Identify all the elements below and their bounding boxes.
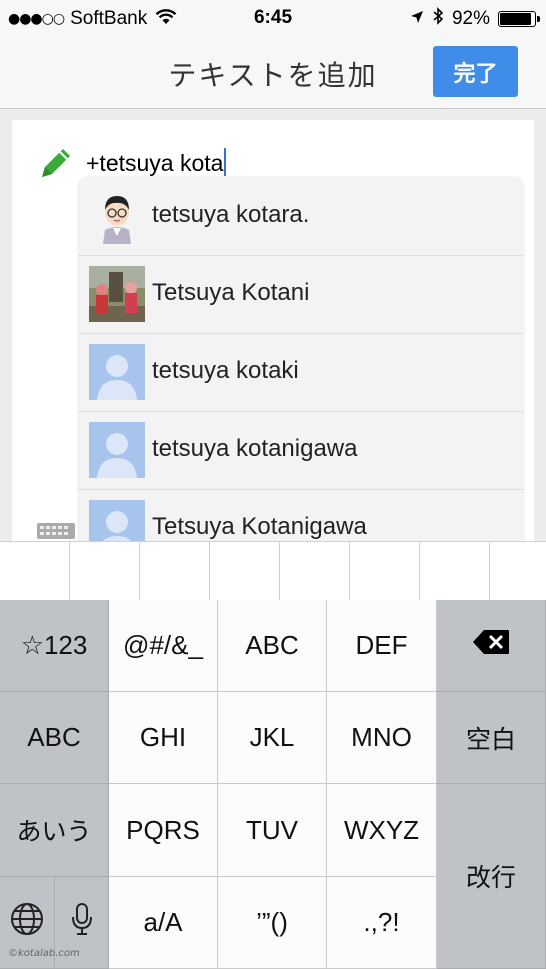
key-punctuation[interactable]: .,?! — [327, 877, 437, 969]
navigation-bar: テキストを追加 完了 — [0, 36, 546, 109]
mention-input-text: +tetsuya kota — [86, 150, 224, 176]
suggestion-name: tetsuya kotara. — [152, 201, 310, 228]
mention-suggestions: tetsuya kotara. Tetsuya Kotani tetsuya k… — [79, 177, 523, 547]
key-mno[interactable]: MNO — [327, 692, 437, 784]
battery-icon — [498, 11, 540, 27]
candidate-slot[interactable] — [420, 542, 490, 600]
backspace-key[interactable] — [437, 600, 546, 692]
suggestion-item[interactable]: Tetsuya Kotani — [79, 255, 523, 334]
key-case-toggle[interactable]: a/A — [109, 877, 218, 969]
suggestion-name: tetsuya kotanigawa — [152, 435, 358, 462]
globe-icon — [10, 902, 44, 943]
keyboard-toggle-icon[interactable] — [36, 522, 76, 540]
space-key[interactable]: 空白 — [437, 692, 546, 784]
default-person-avatar-icon — [89, 344, 145, 400]
candidate-slot[interactable] — [140, 542, 210, 600]
default-person-avatar-icon — [89, 500, 145, 547]
bluetooth-icon — [432, 7, 444, 31]
candidate-slot[interactable] — [490, 542, 546, 600]
key-wxyz[interactable]: WXYZ — [327, 784, 437, 877]
status-right: 92% — [402, 7, 540, 31]
key-numbers[interactable]: ☆123 — [0, 600, 109, 692]
status-bar: ●●●○○ SoftBank 6:45 92% — [0, 0, 546, 36]
candidate-slot[interactable] — [350, 542, 420, 600]
default-person-avatar-icon — [89, 422, 145, 478]
backspace-icon — [472, 629, 510, 662]
suggestion-name: Tetsuya Kotanigawa — [152, 513, 367, 540]
key-abc-mode[interactable]: ABC — [0, 692, 109, 784]
photo-avatar-icon — [89, 266, 145, 322]
candidate-slot[interactable] — [70, 542, 140, 600]
return-key[interactable]: 改行 — [437, 784, 546, 969]
cartoon-avatar-icon — [89, 188, 145, 244]
location-arrow-icon — [410, 8, 424, 30]
suggestion-item[interactable]: tetsuya kotanigawa — [79, 411, 523, 490]
pencil-icon — [36, 143, 76, 183]
suggestion-item[interactable]: tetsuya kotaki — [79, 333, 523, 412]
key-def[interactable]: DEF — [327, 600, 437, 692]
candidate-slot[interactable] — [280, 542, 350, 600]
suggestion-item[interactable]: tetsuya kotara. — [79, 177, 523, 256]
candidate-slot[interactable] — [0, 542, 70, 600]
battery-percent: 92% — [451, 8, 490, 29]
suggestion-name: Tetsuya Kotani — [152, 279, 310, 306]
suggestion-item[interactable]: Tetsuya Kotanigawa — [79, 489, 523, 547]
watermark: ©kotalab.com — [8, 948, 80, 959]
candidate-slot[interactable] — [210, 542, 280, 600]
key-ghi[interactable]: GHI — [109, 692, 218, 784]
suggestion-name: tetsuya kotaki — [152, 357, 299, 384]
candidate-bar — [0, 541, 546, 601]
done-button[interactable]: 完了 — [433, 46, 518, 97]
key-symbols[interactable]: @#/&_ — [109, 600, 218, 692]
key-jkl[interactable]: JKL — [218, 692, 327, 784]
key-tuv[interactable]: TUV — [218, 784, 327, 877]
mention-input[interactable]: +tetsuya kota — [86, 148, 227, 177]
key-quotes[interactable]: ’”() — [218, 877, 327, 969]
text-cursor — [224, 148, 227, 176]
key-kana-mode[interactable]: あいう — [0, 784, 109, 877]
microphone-icon — [71, 902, 93, 943]
japanese-keyboard: ☆123 @#/&_ ABC DEF ABC GHI JKL MNO 空白 あい… — [0, 600, 546, 969]
key-pqrs[interactable]: PQRS — [109, 784, 218, 877]
key-abc[interactable]: ABC — [218, 600, 327, 692]
